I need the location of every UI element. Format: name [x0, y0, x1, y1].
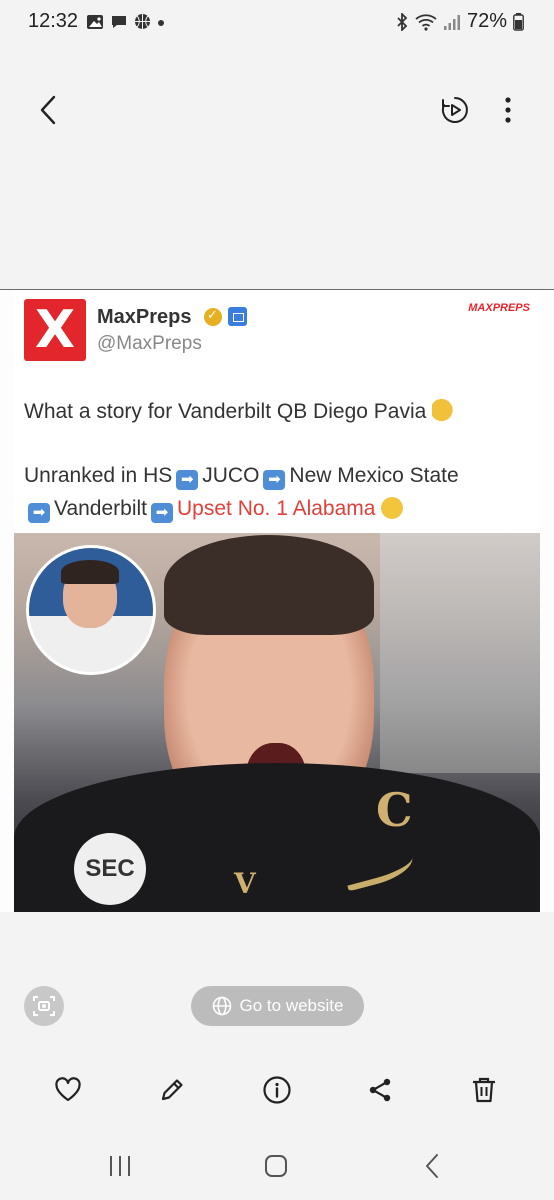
- battery-icon: [513, 12, 524, 31]
- arrow-emoji-icon: ➡: [263, 470, 286, 490]
- edit-icon: [161, 1079, 183, 1101]
- status-right: 72%: [395, 10, 524, 33]
- status-time: 12:32: [28, 10, 79, 32]
- tweet-line-3: ➡ Vanderbilt ➡ Upset No. 1 Alabama: [24, 497, 404, 523]
- wifi-icon: [415, 13, 437, 31]
- message-icon: [112, 15, 126, 28]
- tweet-line-3-b: Upset No. 1 Alabama: [177, 497, 376, 520]
- back-nav-button[interactable]: [412, 1148, 452, 1184]
- heart-icon: [55, 1077, 81, 1102]
- tweet-line-2: Unranked in HS ➡ JUCO ➡ New Mexico State: [24, 464, 459, 490]
- delete-icon: [473, 1077, 495, 1103]
- maxpreps-logo: X: [24, 299, 86, 361]
- back-icon: [40, 95, 56, 125]
- basketball-icon: [135, 14, 150, 29]
- home-icon: [265, 1155, 287, 1177]
- recents-nav-button[interactable]: [100, 1148, 140, 1184]
- player-hair: [164, 535, 374, 635]
- tweet-line-1-text: What a story for Vanderbilt QB Diego Pav…: [24, 400, 427, 423]
- captain-patch: C: [376, 783, 413, 837]
- recents-icon: [110, 1156, 130, 1176]
- photo-view[interactable]: X MaxPreps @MaxPreps MAXPREPS What a sto…: [0, 289, 554, 912]
- gallery-icon: [87, 14, 103, 29]
- tweet-line-2-b: JUCO: [202, 464, 260, 487]
- motion-photo-button[interactable]: [436, 90, 474, 130]
- motion-photo-icon: [441, 97, 468, 123]
- brand-watermark: MAXPREPS: [468, 302, 530, 314]
- share-button[interactable]: [360, 1070, 400, 1110]
- home-nav-button[interactable]: [256, 1148, 296, 1184]
- go-to-website-label: Go to website: [239, 996, 344, 1015]
- bluetooth-icon: [397, 12, 408, 31]
- edit-button[interactable]: [152, 1070, 192, 1110]
- tweet-screenshot: X MaxPreps @MaxPreps MAXPREPS What a sto…: [14, 290, 540, 912]
- inset-hair: [61, 560, 119, 584]
- more-icon: [505, 97, 511, 123]
- clap-emoji-icon: [432, 399, 457, 421]
- more-options-button[interactable]: [494, 90, 522, 130]
- sec-patch: SEC: [74, 833, 146, 905]
- globe-icon: [212, 996, 231, 1016]
- account-handle: @MaxPreps: [97, 333, 202, 354]
- info-icon: [263, 1076, 291, 1104]
- signal-icon: [443, 14, 460, 30]
- back-nav-icon: [426, 1154, 438, 1178]
- player-photo: C SEC V: [14, 533, 540, 912]
- arrow-emoji-icon: ➡: [151, 503, 174, 523]
- arrow-emoji-icon: ➡: [28, 503, 50, 523]
- share-icon: [369, 1078, 391, 1102]
- favorite-button[interactable]: [48, 1070, 88, 1110]
- battery-percent: 72%: [466, 10, 507, 32]
- arrow-emoji-icon: ➡: [176, 470, 199, 490]
- verified-badge-icon: [204, 307, 222, 326]
- details-button[interactable]: [257, 1070, 297, 1110]
- vanderbilt-logo: V: [234, 867, 256, 900]
- account-name: MaxPreps: [97, 306, 192, 328]
- dot-icon: [158, 19, 164, 26]
- stadium-background: [380, 533, 540, 773]
- visual-search-button[interactable]: [24, 986, 64, 1026]
- face-emoji-icon: [381, 497, 404, 519]
- business-badge-icon: [228, 307, 247, 326]
- delete-button[interactable]: [464, 1070, 504, 1110]
- tweet-line-1: What a story for Vanderbilt QB Diego Pav…: [24, 399, 457, 424]
- go-to-website-button[interactable]: Go to website: [191, 986, 364, 1026]
- inset-headshot: [26, 545, 156, 675]
- status-left-icons: [86, 13, 165, 30]
- tweet-line-2-c: New Mexico State: [289, 464, 459, 487]
- tweet-line-2-a: Unranked in HS: [24, 464, 173, 487]
- tweet-line-3-a: Vanderbilt: [54, 497, 148, 520]
- lens-icon: [33, 996, 55, 1016]
- back-button[interactable]: [30, 90, 66, 130]
